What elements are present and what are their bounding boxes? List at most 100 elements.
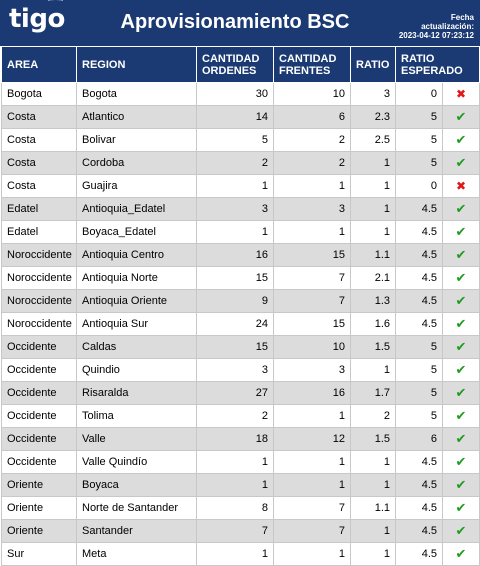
table-row[interactable]: Noroccidente Antioquia Norte 15 7 2.1 4.5 ✔ (1, 266, 480, 290)
table-row[interactable]: Noroccidente Antioquia Centro 16 15 1.1 4.5 ✔ (1, 243, 480, 267)
table-row[interactable]: Noroccidente Antioquia Oriente 9 7 1.3 4.5 ✔ (1, 289, 480, 313)
cell-status: ✖ (442, 174, 480, 198)
cell-status: ✔ (442, 151, 480, 175)
table-row[interactable]: Oriente Boyaca 1 1 1 4.5 ✔ (1, 473, 480, 497)
cell-status: ✔ (442, 450, 480, 474)
table-row[interactable]: Occidente Caldas 15 10 1.5 5 ✔ (1, 335, 480, 359)
cell-area: Costa (1, 105, 77, 129)
cell-region: Bolivar (76, 128, 197, 152)
cell-ratio: 3 (350, 82, 396, 106)
cell-region: Atlantico (76, 105, 197, 129)
cell-area: Noroccidente (1, 243, 77, 267)
cell-region: Santander (76, 519, 197, 543)
cell-ratio-esperado: 5 (395, 404, 443, 428)
cell-status: ✔ (442, 473, 480, 497)
table-row[interactable]: Edatel Boyaca_Edatel 1 1 1 4.5 ✔ (1, 220, 480, 244)
cell-ratio: 2.1 (350, 266, 396, 290)
cell-ratio-esperado: 5 (395, 151, 443, 175)
cell-ratio: 1 (350, 519, 396, 543)
cell-ratio: 1.3 (350, 289, 396, 313)
cell-region: Bogota (76, 82, 197, 106)
cell-ratio-esperado: 0 (395, 174, 443, 198)
cell-area: Costa (1, 151, 77, 175)
cell-cantidad-frentes: 2 (273, 151, 351, 175)
check-icon: ✔ (455, 385, 467, 400)
cell-ratio-esperado: 5 (395, 381, 443, 405)
cell-cantidad-ordenes: 16 (196, 243, 274, 267)
column-header-cantidad-ordenes[interactable]: CANTIDAD ORDENES (196, 46, 274, 83)
check-icon: ✔ (455, 109, 467, 124)
cell-region: Antioquia Sur (76, 312, 197, 336)
provisioning-table: AREA REGION CANTIDAD ORDENES CANTIDAD FR… (1, 46, 480, 566)
cell-area: Bogota (1, 82, 77, 106)
cell-region: Boyaca_Edatel (76, 220, 197, 244)
table-row[interactable]: Edatel Antioquia_Edatel 3 3 1 4.5 ✔ (1, 197, 480, 221)
table-row[interactable]: Bogota Bogota 30 10 3 0 ✖ (1, 82, 480, 106)
cell-region: Valle (76, 427, 197, 451)
check-icon: ✔ (455, 408, 467, 423)
column-header-ratio[interactable]: RATIO (350, 46, 396, 83)
cell-ratio-esperado: 0 (395, 82, 443, 106)
cell-cantidad-ordenes: 9 (196, 289, 274, 313)
check-icon: ✔ (455, 155, 467, 170)
cell-region: Guajira (76, 174, 197, 198)
table-row[interactable]: Costa Atlantico 14 6 2.3 5 ✔ (1, 105, 480, 129)
table-row[interactable]: Occidente Tolima 2 1 2 5 ✔ (1, 404, 480, 428)
check-icon: ✔ (455, 339, 467, 354)
cell-cantidad-frentes: 1 (273, 220, 351, 244)
cell-cantidad-ordenes: 24 (196, 312, 274, 336)
table-row[interactable]: Occidente Valle 18 12 1.5 6 ✔ (1, 427, 480, 451)
cell-status: ✔ (442, 496, 480, 520)
cell-region: Quindio (76, 358, 197, 382)
table-row[interactable]: Occidente Risaralda 27 16 1.7 5 ✔ (1, 381, 480, 405)
cell-cantidad-frentes: 1 (273, 174, 351, 198)
check-icon: ✔ (455, 454, 467, 469)
check-icon: ✔ (455, 500, 467, 515)
cell-area: Costa (1, 128, 77, 152)
table-row[interactable]: Occidente Quindio 3 3 1 5 ✔ (1, 358, 480, 382)
cell-region: Cordoba (76, 151, 197, 175)
cell-status: ✔ (442, 427, 480, 451)
check-icon: ✔ (455, 316, 467, 331)
table-row[interactable]: Sur Meta 1 1 1 4.5 ✔ (1, 542, 480, 566)
cell-region: Antioquia_Edatel (76, 197, 197, 221)
cell-cantidad-frentes: 10 (273, 335, 351, 359)
check-icon: ✔ (455, 247, 467, 262)
update-label-2: actualización: (421, 22, 474, 31)
cell-cantidad-frentes: 7 (273, 266, 351, 290)
cell-cantidad-frentes: 7 (273, 289, 351, 313)
column-header-area[interactable]: AREA (1, 46, 77, 83)
column-header-cantidad-frentes[interactable]: CANTIDAD FRENTES (273, 46, 351, 83)
column-header-ratio-esperado[interactable]: RATIO ESPERADO (395, 46, 480, 83)
cell-cantidad-ordenes: 14 (196, 105, 274, 129)
cell-cantidad-frentes: 1 (273, 404, 351, 428)
cell-ratio: 1 (350, 542, 396, 566)
cell-area: Noroccidente (1, 312, 77, 336)
cell-ratio-esperado: 4.5 (395, 519, 443, 543)
check-icon: ✔ (455, 523, 467, 538)
column-header-region[interactable]: REGION (76, 46, 197, 83)
table-row[interactable]: Oriente Santander 7 7 1 4.5 ✔ (1, 519, 480, 543)
table-row[interactable]: Noroccidente Antioquia Sur 24 15 1.6 4.5 ✔ (1, 312, 480, 336)
cell-area: Occidente (1, 404, 77, 428)
table-row[interactable]: Costa Bolivar 5 2 2.5 5 ✔ (1, 128, 480, 152)
cell-region: Meta (76, 542, 197, 566)
cell-ratio: 1.5 (350, 427, 396, 451)
cell-ratio: 1 (350, 151, 396, 175)
cell-ratio-esperado: 4.5 (395, 266, 443, 290)
table-row[interactable]: Occidente Valle Quindío 1 1 1 4.5 ✔ (1, 450, 480, 474)
cell-area: Oriente (1, 519, 77, 543)
table-row[interactable]: Costa Cordoba 2 2 1 5 ✔ (1, 151, 480, 175)
check-icon: ✔ (455, 132, 467, 147)
cell-cantidad-ordenes: 1 (196, 542, 274, 566)
cell-ratio-esperado: 4.5 (395, 473, 443, 497)
cell-region: Antioquia Norte (76, 266, 197, 290)
table-row[interactable]: Costa Guajira 1 1 1 0 ✖ (1, 174, 480, 198)
header-line: CANTIDAD (279, 52, 337, 65)
cell-region: Antioquia Oriente (76, 289, 197, 313)
table-row[interactable]: Oriente Norte de Santander 8 7 1.1 4.5 ✔ (1, 496, 480, 520)
cell-cantidad-ordenes: 1 (196, 450, 274, 474)
cell-status: ✔ (442, 358, 480, 382)
cell-ratio-esperado: 4.5 (395, 197, 443, 221)
cell-cantidad-ordenes: 3 (196, 197, 274, 221)
